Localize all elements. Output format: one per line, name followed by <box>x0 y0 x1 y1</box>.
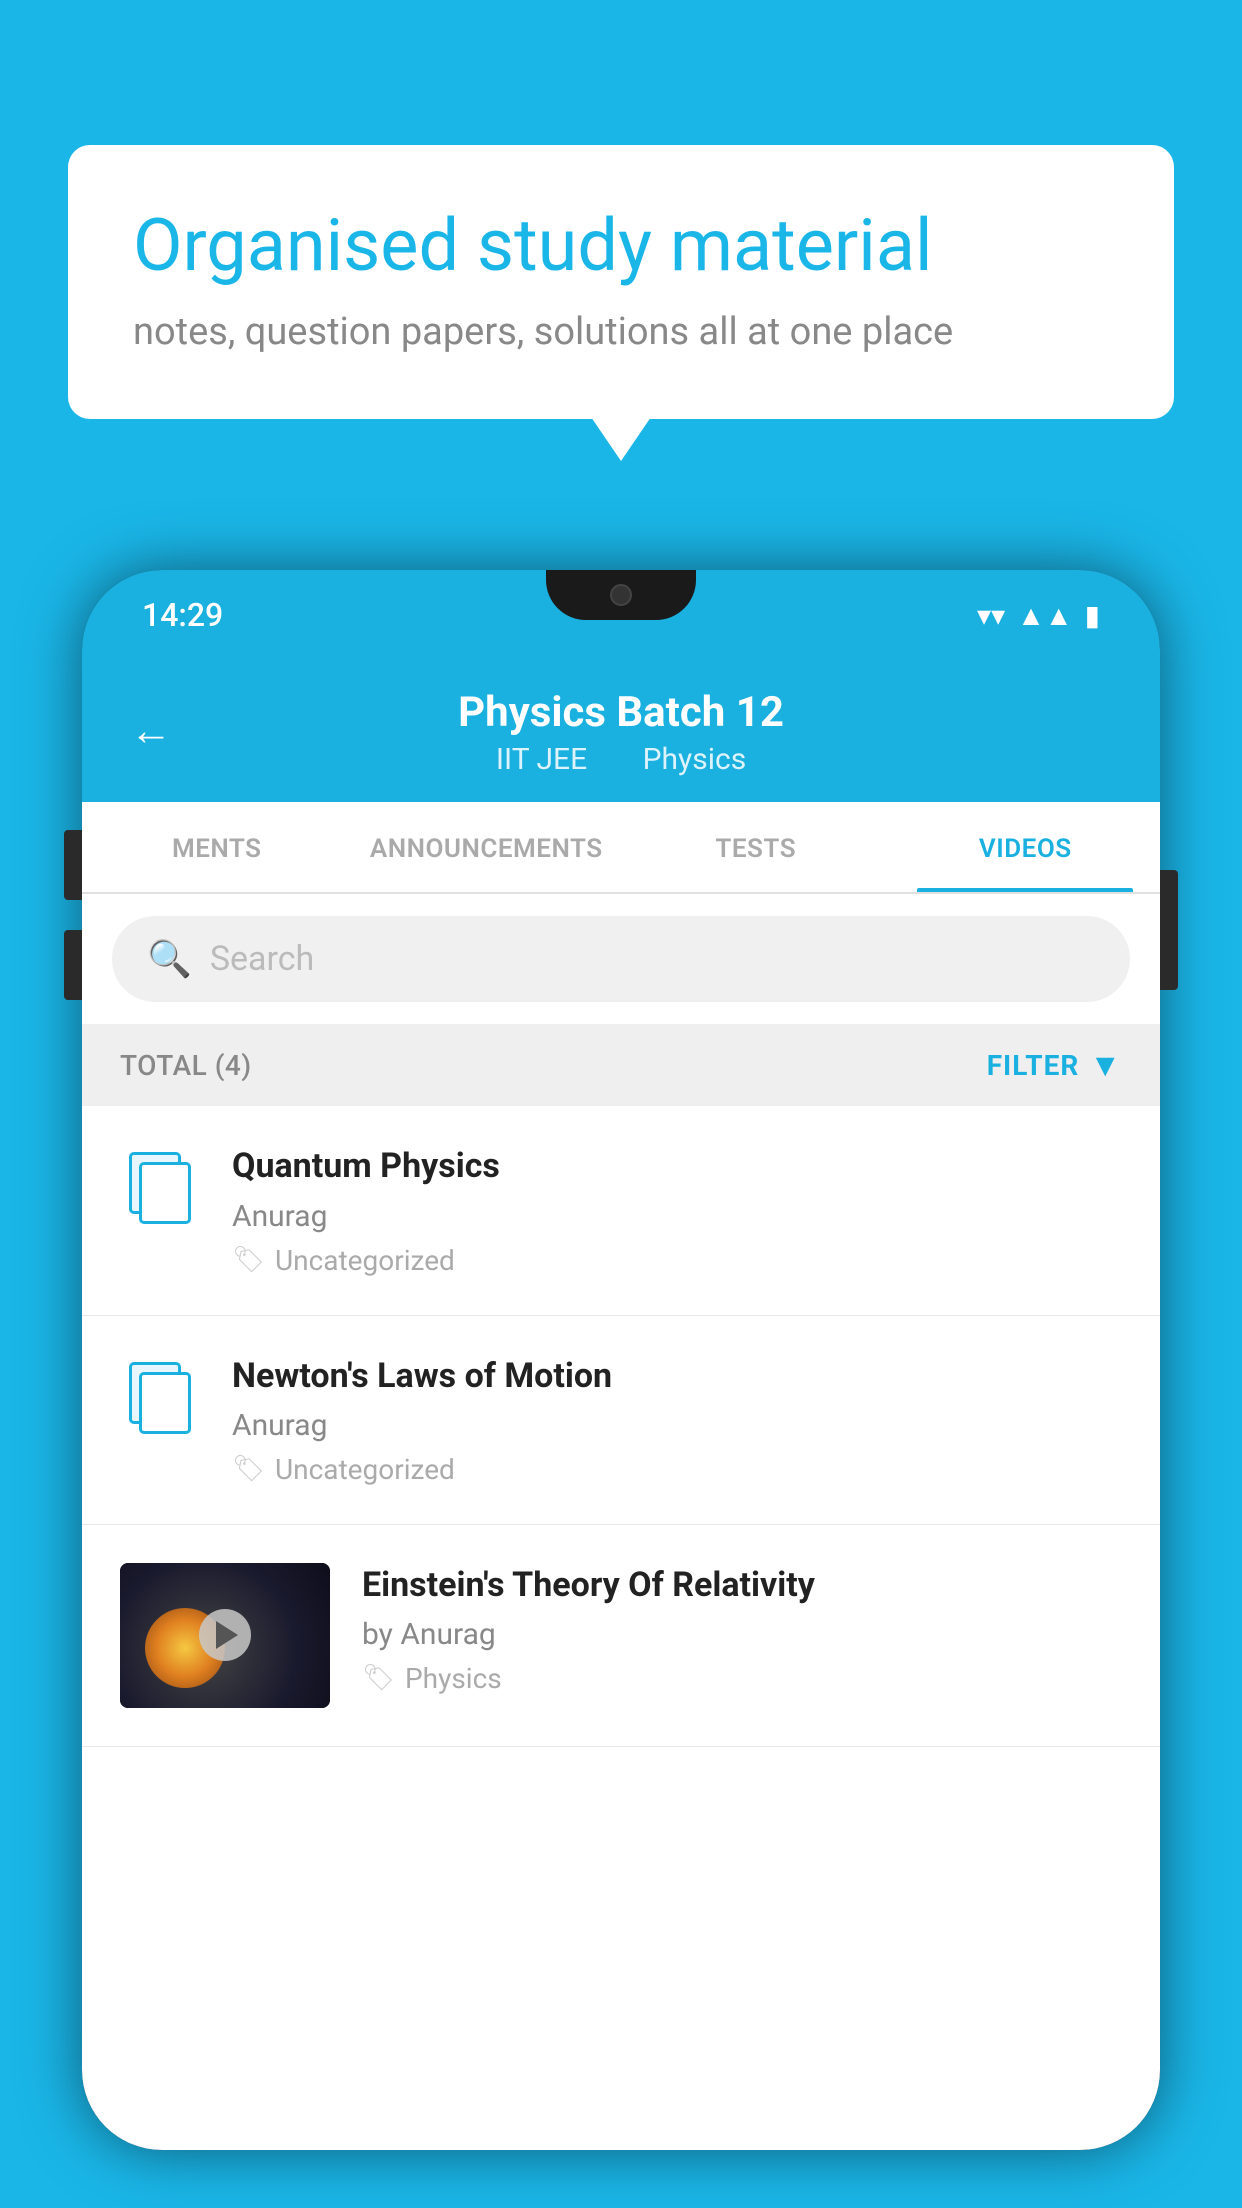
tabs-bar: MENTS ANNOUNCEMENTS TESTS VIDEOS <box>82 802 1160 894</box>
speech-bubble-container: Organised study material notes, question… <box>68 145 1174 419</box>
play-icon <box>216 1621 238 1649</box>
status-icons: ▾▾ ▲▲ ▮ <box>977 599 1100 632</box>
app-header: ← Physics Batch 12 IIT JEE Physics <box>82 660 1160 802</box>
tab-ments[interactable]: MENTS <box>82 802 352 892</box>
tag-label: Uncategorized <box>275 1453 455 1486</box>
back-button[interactable]: ← <box>130 707 172 756</box>
volume-down-button[interactable] <box>64 930 82 1000</box>
total-count-label: TOTAL (4) <box>120 1049 252 1082</box>
video-tag: 🏷 Physics <box>362 1662 1122 1695</box>
tag-icon: 🏷 <box>232 1454 265 1484</box>
search-icon: 🔍 <box>147 938 192 980</box>
speech-bubble: Organised study material notes, question… <box>68 145 1174 419</box>
signal-icon: ▲▲ <box>1017 599 1072 632</box>
file-page-front <box>139 1372 191 1434</box>
phone-screen: ← Physics Batch 12 IIT JEE Physics MENTS… <box>82 660 1160 2150</box>
video-author: Anurag <box>232 1408 1122 1443</box>
tab-announcements[interactable]: ANNOUNCEMENTS <box>352 802 622 892</box>
file-icon <box>129 1362 191 1434</box>
header-subtitle-part1: IIT JEE <box>496 742 587 777</box>
front-camera <box>610 584 632 606</box>
video-tag: 🏷 Uncategorized <box>232 1244 1122 1277</box>
power-button[interactable] <box>1160 870 1178 990</box>
speech-bubble-subtitle: notes, question papers, solutions all at… <box>133 310 1109 354</box>
status-bar: 14:29 ▾▾ ▲▲ ▮ <box>82 570 1160 660</box>
filter-label: FILTER <box>987 1049 1080 1082</box>
notch <box>546 570 696 620</box>
tag-icon: 🏷 <box>232 1245 265 1275</box>
list-item[interactable]: Quantum Physics Anurag 🏷 Uncategorized <box>82 1106 1160 1315</box>
tag-label: Physics <box>405 1662 502 1695</box>
tab-videos[interactable]: VIDEOS <box>891 802 1161 892</box>
phone-wrapper: 14:29 ▾▾ ▲▲ ▮ ← Physics Batch 12 IIT JEE… <box>82 570 1160 2208</box>
list-item[interactable]: Newton's Laws of Motion Anurag 🏷 Uncateg… <box>82 1316 1160 1525</box>
tag-label: Uncategorized <box>275 1244 455 1277</box>
header-title: Physics Batch 12 <box>132 688 1110 738</box>
tag-icon: 🏷 <box>362 1663 395 1693</box>
header-subtitle-part2: Physics <box>643 742 747 777</box>
battery-icon: ▮ <box>1085 599 1100 632</box>
video-author: Anurag <box>232 1199 1122 1234</box>
list-item[interactable]: Einstein's Theory Of Relativity by Anura… <box>82 1525 1160 1747</box>
video-info: Einstein's Theory Of Relativity by Anura… <box>362 1563 1122 1695</box>
video-tag: 🏷 Uncategorized <box>232 1453 1122 1486</box>
volume-up-button[interactable] <box>64 830 82 900</box>
search-box[interactable]: 🔍 Search <box>112 916 1130 1002</box>
video-title: Quantum Physics <box>232 1144 1122 1188</box>
video-info: Newton's Laws of Motion Anurag 🏷 Uncateg… <box>232 1354 1122 1486</box>
file-icon-wrap <box>120 1354 200 1434</box>
file-page-front <box>139 1162 191 1224</box>
speech-bubble-title: Organised study material <box>133 205 1109 288</box>
content-area: 🔍 Search TOTAL (4) FILTER ▼ <box>82 894 1160 1746</box>
video-title: Einstein's Theory Of Relativity <box>362 1563 1122 1607</box>
search-input[interactable]: Search <box>210 939 314 979</box>
video-author: by Anurag <box>362 1617 1122 1652</box>
tab-tests[interactable]: TESTS <box>621 802 891 892</box>
wifi-icon: ▾▾ <box>977 599 1005 632</box>
video-title: Newton's Laws of Motion <box>232 1354 1122 1398</box>
search-container: 🔍 Search <box>82 894 1160 1024</box>
video-thumbnail <box>120 1563 330 1708</box>
file-icon-wrap <box>120 1144 200 1224</box>
filter-funnel-icon: ▼ <box>1089 1046 1122 1084</box>
filter-row: TOTAL (4) FILTER ▼ <box>82 1024 1160 1106</box>
phone-device: 14:29 ▾▾ ▲▲ ▮ ← Physics Batch 12 IIT JEE… <box>82 570 1160 2150</box>
play-button[interactable] <box>199 1609 251 1661</box>
filter-button[interactable]: FILTER ▼ <box>987 1046 1122 1084</box>
video-list: Quantum Physics Anurag 🏷 Uncategorized <box>82 1106 1160 1746</box>
header-subtitle: IIT JEE Physics <box>132 742 1110 777</box>
video-info: Quantum Physics Anurag 🏷 Uncategorized <box>232 1144 1122 1276</box>
file-icon <box>129 1152 191 1224</box>
